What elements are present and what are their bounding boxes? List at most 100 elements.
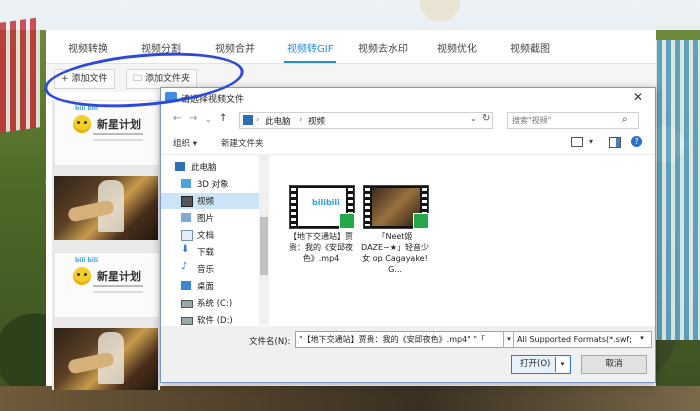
forward-arrow-icon[interactable]: → (189, 113, 197, 124)
up-arrow-icon[interactable]: ↑ (219, 113, 227, 124)
breadcrumb-separator: › (299, 115, 303, 125)
tree-item-3d-objects[interactable]: 3D 对象 (161, 176, 259, 192)
add-file-label: 添加文件 (71, 74, 108, 84)
breadcrumb-separator: › (256, 115, 260, 125)
tree-item-label: 软件 (D:) (197, 316, 233, 325)
help-icon[interactable]: ? (631, 136, 642, 147)
search-input[interactable] (510, 114, 622, 126)
tab-video-to-gif[interactable]: 视频转GIF (287, 40, 333, 55)
tree-item-label: 桌面 (197, 282, 215, 292)
media-badge-icon (339, 213, 355, 229)
video-thumbnail-list: bili bili 新星计划 bili bili 新星计划 (52, 100, 160, 390)
add-file-button[interactable]: + 添加文件 (54, 69, 115, 89)
tab-video-screenshot[interactable]: 视频截图 (510, 40, 550, 55)
refresh-icon[interactable]: ↻ (482, 113, 490, 124)
filename-label: 文件名(N): (249, 337, 291, 347)
thumbnail-item[interactable] (54, 176, 158, 240)
chevron-down-icon[interactable]: ▾ (637, 331, 647, 346)
plus-icon: + (61, 74, 69, 84)
music-icon: ♪ (181, 261, 188, 272)
tree-item-music[interactable]: ♪ 音乐 (161, 261, 259, 277)
file-name: 「Neet姬DAZE~★」轻音少女 op Cagayake! G... (361, 232, 429, 274)
tree-item-desktop[interactable]: 桌面 (161, 278, 259, 294)
tab-video-merge[interactable]: 视频合并 (215, 40, 255, 55)
view-options-icon[interactable] (571, 137, 583, 147)
drive-icon (181, 300, 193, 308)
tab-bar: 视频转换 视频分割 视频合并 视频转GIF 视频去水印 视频优化 视频截图 (46, 30, 656, 64)
tree-item-this-pc[interactable]: 此电脑 (161, 159, 259, 175)
tree-item-label: 此电脑 (191, 163, 217, 173)
file-item[interactable]: bilibili 【地下交通站】贾贵：我的《安邱夜色》.mp4 (285, 185, 357, 285)
search-box: ⌕ (507, 112, 639, 129)
tree-item-downloads[interactable]: ⬇ 下载 (161, 244, 259, 260)
download-icon: ⬇ (181, 244, 190, 255)
breadcrumb-videos[interactable]: 视频 (308, 115, 325, 127)
open-label: 打开(O) (520, 359, 551, 369)
drive-icon (181, 317, 193, 325)
active-tab-indicator (284, 61, 336, 63)
file-name: 【地下交通站】贾贵：我的《安邱夜色》.mp4 (289, 232, 353, 263)
back-arrow-icon[interactable]: ← (173, 113, 181, 124)
tab-video-split[interactable]: 视频分割 (141, 40, 181, 55)
tree-item-label: 音乐 (197, 265, 215, 275)
picture-folder-icon (181, 213, 191, 222)
bilibili-tag: bili bili (75, 105, 99, 112)
address-breadcrumb[interactable]: › 此电脑 › 视频 ⌄ ↻ (239, 112, 493, 129)
video-folder-icon (181, 196, 193, 207)
thumbnail-brand: 新星计划 (97, 270, 141, 283)
smiley-logo-icon (73, 115, 91, 133)
history-dropdown-icon[interactable]: ⌄ (205, 115, 212, 124)
search-icon[interactable]: ⌕ (622, 114, 628, 125)
open-button[interactable]: 打开(O) ▾ (511, 355, 571, 374)
chevron-down-icon[interactable]: ▾ (589, 137, 593, 146)
navigation-tree: 此电脑 3D 对象 视频 图片 文档 ⬇ 下载 ♪ 音乐 桌面 系统 (C:) … (161, 155, 269, 325)
breadcrumb-this-pc[interactable]: 此电脑 (265, 115, 291, 127)
tree-item-label: 下载 (197, 248, 215, 258)
bilibili-tag: bili bili (75, 257, 99, 264)
dialog-app-icon (165, 92, 177, 102)
thumbnail-subtitle-lines (93, 285, 143, 287)
thumbnail-item[interactable] (54, 328, 158, 390)
add-folder-button[interactable]: 🗀 添加文件夹 (126, 69, 198, 89)
scrollbar-thumb[interactable] (260, 217, 268, 275)
computer-icon (243, 115, 253, 125)
new-folder-button[interactable]: 新建文件夹 (221, 137, 264, 149)
media-badge-icon (413, 213, 429, 229)
tree-item-documents[interactable]: 文档 (161, 227, 259, 243)
chevron-down-icon[interactable]: ▾ (555, 357, 569, 372)
tab-remove-watermark[interactable]: 视频去水印 (358, 40, 408, 55)
command-bar: 组织 ▾ 新建文件夹 ▾ ? (161, 132, 655, 155)
folder-icon: 🗀 (133, 74, 143, 84)
tree-scrollbar[interactable] (259, 155, 269, 325)
dialog-title: 请选择视频文件 (181, 95, 245, 105)
smiley-logo-icon (73, 267, 91, 285)
desktop-icon (181, 281, 191, 290)
tab-video-optimize[interactable]: 视频优化 (437, 40, 477, 55)
tree-item-videos[interactable]: 视频 (161, 193, 259, 209)
chevron-down-icon[interactable]: ⌄ (470, 114, 477, 123)
thumbnail-item[interactable]: bili bili 新星计划 (54, 100, 160, 166)
file-item[interactable]: 「Neet姬DAZE~★」轻音少女 op Cagayake! G... (359, 185, 431, 285)
tree-item-drive-c[interactable]: 系统 (C:) (161, 295, 259, 311)
filename-field[interactable]: "【地下交通站】贾贵：我的《安邱夜色》.mp4" "「 (295, 331, 506, 348)
cube-icon (181, 179, 191, 188)
thumbnail-item[interactable]: bili bili 新星计划 (54, 252, 160, 318)
tab-video-convert[interactable]: 视频转换 (68, 40, 108, 55)
preview-pane-icon[interactable] (609, 137, 621, 148)
thumbnail-brand: 新星计划 (97, 118, 141, 131)
tree-item-pictures[interactable]: 图片 (161, 210, 259, 226)
organize-menu[interactable]: 组织 ▾ (173, 137, 197, 149)
close-icon[interactable]: ✕ (633, 90, 643, 104)
tree-item-label: 文档 (197, 231, 215, 241)
file-type-select[interactable]: All Supported Formats(*.swf; (513, 331, 652, 348)
hanging-cloth-left (0, 17, 40, 133)
computer-icon (175, 162, 185, 171)
tree-item-label: 系统 (C:) (197, 299, 233, 309)
file-grid: bilibili 【地下交通站】贾贵：我的《安邱夜色》.mp4 「Neet姬DA… (273, 155, 653, 325)
tree-item-label: 图片 (197, 214, 215, 224)
tree-item-label: 3D 对象 (197, 180, 229, 190)
cancel-button[interactable]: 取消 (581, 355, 647, 374)
dialog-footer: 文件名(N): "【地下交通站】贾贵：我的《安邱夜色》.mp4" "「 ▾ Al… (161, 326, 655, 382)
tree-item-drive-d[interactable]: 软件 (D:) (161, 312, 259, 325)
tree-item-label: 视频 (197, 197, 215, 207)
